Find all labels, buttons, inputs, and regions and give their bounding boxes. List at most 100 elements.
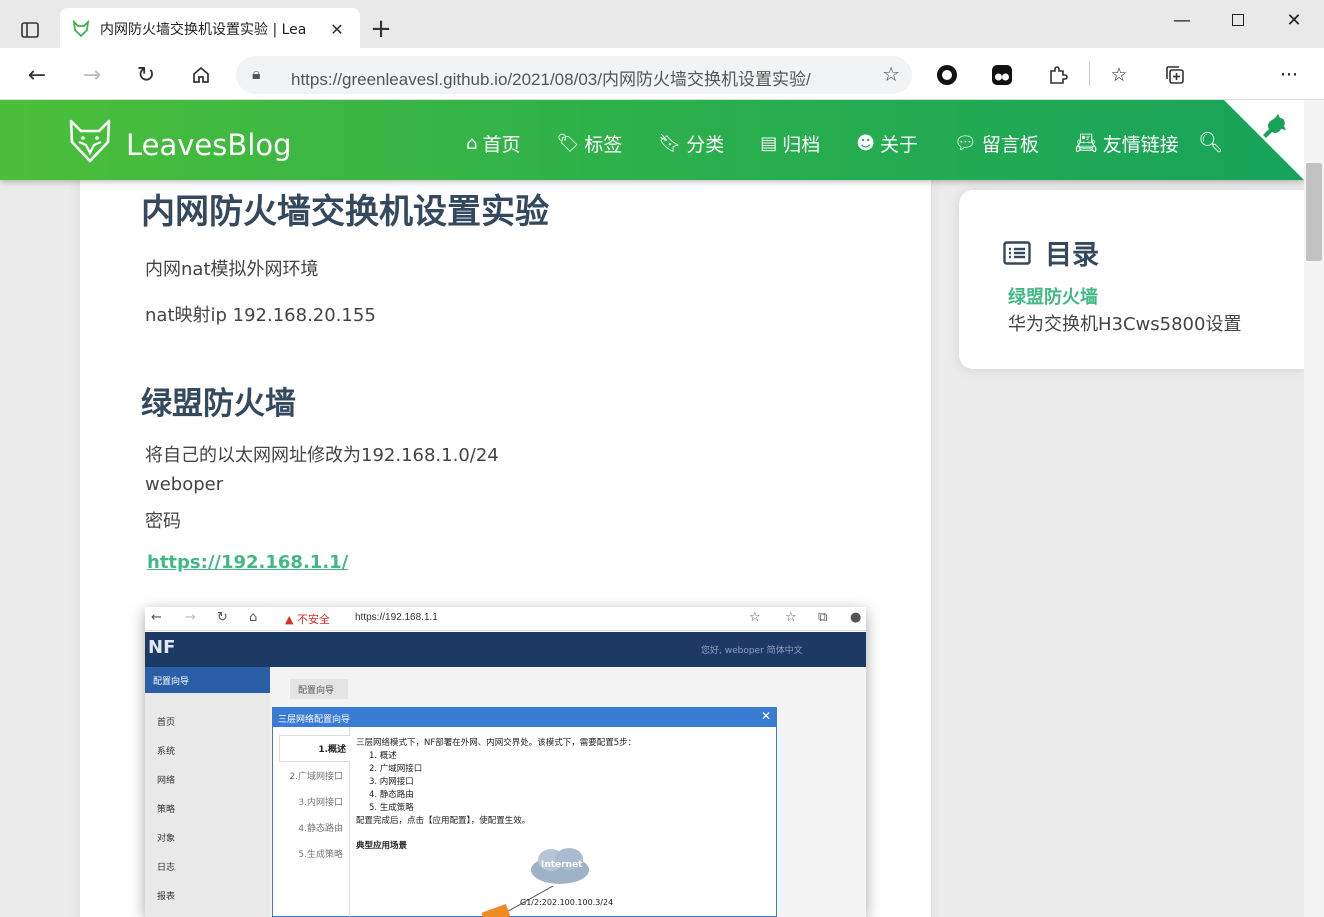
shot-refresh-icon: ↻ xyxy=(217,610,228,625)
tag-icon: 🏷︎ xyxy=(556,133,580,154)
shot-step: 2.广域网接口 xyxy=(289,772,343,782)
shot-app-header: NF 您好, weboper 简体中文 xyxy=(145,632,866,667)
maximize-button[interactable] xyxy=(1210,0,1266,40)
shot-user-info: 您好, weboper 简体中文 xyxy=(701,646,803,656)
shot-sidebar: 配置向导 首页 系统 网络 策略 对象 日志 报表 xyxy=(145,667,273,917)
shot-step: 5.生成策略 xyxy=(298,850,343,860)
nav-label: 友情链接 xyxy=(1102,134,1179,156)
extension-badge-icon xyxy=(992,65,1012,85)
shot-url: https://192.168.1.1 xyxy=(355,612,438,623)
nav-guestbook[interactable]: 💬︎ 留言板 xyxy=(954,130,1039,157)
nav-label: 标签 xyxy=(584,134,623,156)
article-paragraph: 密码 xyxy=(145,511,181,532)
home-icon: ⌂ xyxy=(466,133,478,154)
toc-panel: 目录 绿盟防火墙 华为交换机H3Cws5800设置 xyxy=(959,190,1304,369)
more-menu-button[interactable]: ··· xyxy=(1274,60,1304,90)
user-circle-icon: ☻ xyxy=(856,133,875,154)
add-favorite-icon[interactable]: ☆ xyxy=(882,62,900,86)
collections-button[interactable] xyxy=(1160,60,1190,90)
shot-content-line: 3. 内网接口 xyxy=(369,777,414,787)
tampermonkey-extension-button[interactable] xyxy=(987,60,1017,90)
shot-browser-bar: ← → ↻ ⌂ ▲ 不安全 https://192.168.1.1 ☆ ☆ ⧉ … xyxy=(145,607,866,631)
url-bar[interactable]: 🔒︎ https://greenleavesl.github.io/2021/0… xyxy=(236,56,912,94)
shot-content-line: 1. 概述 xyxy=(369,751,397,761)
shot-step: 1.概述 xyxy=(279,735,350,762)
shot-forward-icon: → xyxy=(185,610,196,625)
record-extension-button[interactable] xyxy=(932,60,962,90)
site-header: LeavesBlog ⌂ 首页 🏷︎ 标签 🔖︎ 分类 ▤ 归档 ☻ 关于 💬︎ 留言板 📇… xyxy=(0,100,1304,180)
shot-content-line: 三层网络模式下，NF部署在外网、内网交界处。该模式下，需要配置5步： xyxy=(356,738,637,748)
address-book-icon: 📇︎ xyxy=(1074,133,1098,154)
archive-icon: ▤ xyxy=(760,133,778,154)
shot-warn-text: 不安全 xyxy=(296,613,330,626)
nav-friend-links[interactable]: 📇︎ 友情链接 xyxy=(1075,130,1179,157)
shot-content-heading: 典型应用场景 xyxy=(356,841,408,851)
nav-about[interactable]: ☻ 关于 xyxy=(856,130,918,157)
active-tab[interactable]: 内网防火墙交换机设置实验 | Lea ✕ xyxy=(60,8,360,50)
collections-icon xyxy=(1166,66,1184,84)
shot-step: 4.静态路由 xyxy=(298,824,343,834)
new-tab-button[interactable]: + xyxy=(366,14,396,44)
article-paragraph: 将自己的以太网网址修改为192.168.1.0/24 xyxy=(145,445,499,466)
bookmark-icon: 🔖︎ xyxy=(658,133,682,154)
extensions-button[interactable] xyxy=(1043,60,1073,90)
toolbar-divider xyxy=(1089,62,1090,86)
toc-link-huawei[interactable]: 华为交换机H3Cws5800设置 xyxy=(1008,310,1241,336)
shot-collections-icon: ⧉ xyxy=(818,610,828,625)
shot-side-item: 日志 xyxy=(157,863,176,873)
shot-side-item: 报表 xyxy=(157,892,176,902)
minimize-button[interactable]: — xyxy=(1154,0,1210,40)
shot-main-tab: 配置向导 xyxy=(290,679,348,699)
firewall-link[interactable]: https://192.168.1.1/ xyxy=(147,552,348,573)
search-icon[interactable]: 🔍︎ xyxy=(1198,130,1223,154)
site-brand[interactable]: LeavesBlog xyxy=(126,128,291,162)
comments-icon: 💬︎ xyxy=(954,133,977,154)
toc-link-nsfocus[interactable]: 绿盟防火墙 xyxy=(1008,283,1098,309)
nav-home[interactable]: ⌂ 首页 xyxy=(466,130,520,157)
scrollbar-thumb[interactable] xyxy=(1306,163,1322,261)
shot-internet-cloud: Internet xyxy=(529,846,591,886)
github-corner-icon[interactable] xyxy=(1224,100,1304,180)
shot-brand: NF xyxy=(148,637,176,658)
maximize-icon xyxy=(1232,14,1244,26)
shot-dialog-title: 三层网络配置向导 xyxy=(273,708,776,727)
shot-side-item: 对象 xyxy=(157,834,176,844)
close-tab-icon[interactable]: ✕ xyxy=(326,18,348,40)
puzzle-icon xyxy=(1050,66,1068,84)
nav-archive[interactable]: ▤ 归档 xyxy=(760,130,820,157)
shot-content-line: 5. 生成策略 xyxy=(369,803,414,813)
shot-iface-label: G1/2:202.100.100.3/24 xyxy=(520,898,614,907)
tab-actions-button[interactable] xyxy=(6,10,54,50)
shot-cloud-label: Internet xyxy=(541,860,583,870)
shot-side-selected: 配置向导 xyxy=(145,667,273,693)
toc-title: 目录 xyxy=(1045,240,1099,271)
forward-button[interactable]: → xyxy=(75,58,109,92)
shot-dialog-close-icon: ✕ xyxy=(760,709,771,723)
fox-favicon-icon xyxy=(72,20,90,38)
home-button[interactable] xyxy=(184,58,218,92)
article-title: 内网防火墙交换机设置实验 xyxy=(141,192,549,232)
lock-icon: 🔒︎ xyxy=(252,64,261,83)
nav-label: 关于 xyxy=(880,134,919,156)
shot-home-icon: ⌂ xyxy=(249,610,258,625)
shot-side-item: 首页 xyxy=(157,718,176,728)
nav-tags[interactable]: 🏷︎ 标签 xyxy=(556,130,622,157)
browser-tab-strip: 内网防火墙交换机设置实验 | Lea ✕ + — ✕ xyxy=(0,0,1324,50)
section-heading: 绿盟防火墙 xyxy=(141,386,296,422)
address-toolbar: ← → ↻ 🔒︎ https://greenleavesl.github.io/… xyxy=(0,48,1324,136)
nav-label: 分类 xyxy=(686,134,725,156)
circle-record-icon xyxy=(937,65,957,85)
close-window-button[interactable]: ✕ xyxy=(1266,0,1322,40)
shot-favorites-icon: ☆ xyxy=(785,610,797,625)
article-paragraph: weboper xyxy=(145,474,224,495)
refresh-button[interactable]: ↻ xyxy=(129,58,163,92)
fox-logo-icon[interactable] xyxy=(68,118,112,164)
back-button[interactable]: ← xyxy=(20,58,54,92)
nav-categories[interactable]: 🔖︎ 分类 xyxy=(658,130,724,157)
nav-label: 留言板 xyxy=(981,134,1039,156)
shot-wizard-dialog: 三层网络配置向导 ✕ 1.概述 2.广域网接口 3.内网接口 4.静态路由 5.… xyxy=(272,707,777,917)
main-nav: ⌂ 首页 🏷︎ 标签 🔖︎ 分类 ▤ 归档 ☻ 关于 💬︎ 留言板 📇︎ 友情链接 xyxy=(466,130,1215,157)
shot-back-icon: ← xyxy=(151,610,162,625)
favorites-button[interactable]: ☆ xyxy=(1104,60,1134,90)
nav-label: 首页 xyxy=(482,134,521,156)
